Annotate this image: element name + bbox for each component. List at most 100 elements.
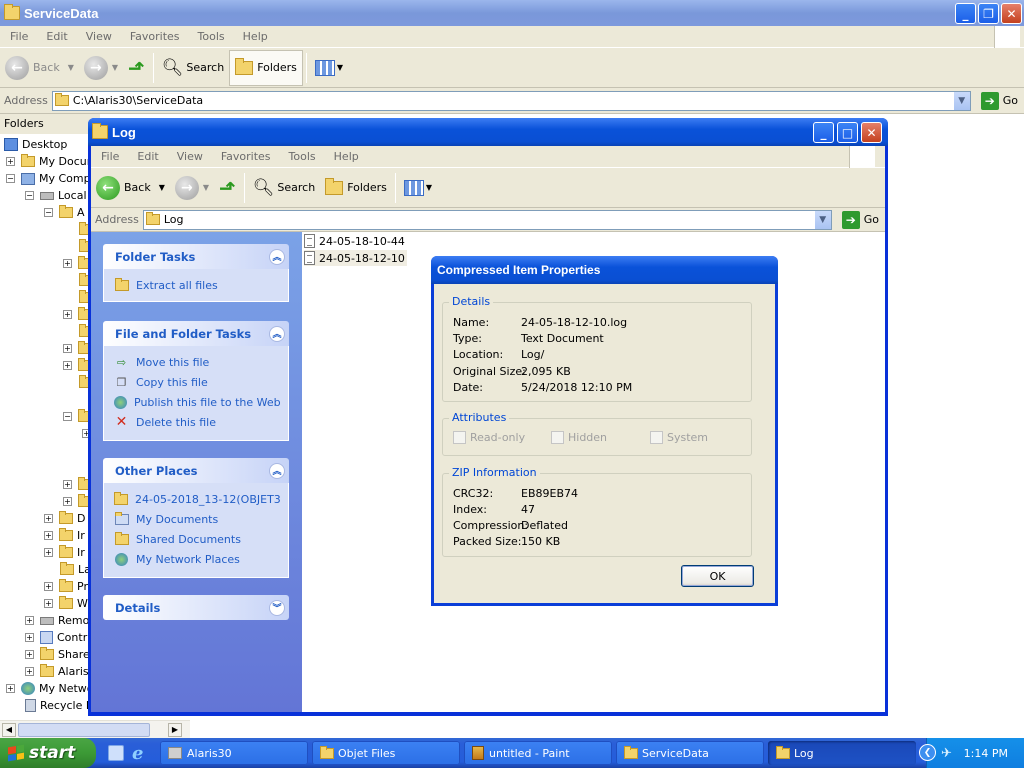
close-button[interactable]: ✕ <box>1001 3 1022 24</box>
clock[interactable]: 1:14 PM <box>964 747 1008 760</box>
expand-icon[interactable]: + <box>25 633 34 642</box>
taskbar-button-log[interactable]: Log <box>768 741 916 765</box>
collapse-icon[interactable]: − <box>6 174 15 183</box>
start-button[interactable]: start <box>0 738 96 768</box>
my-network-places-link[interactable]: My Network Places <box>114 549 278 569</box>
publish-web-link[interactable]: Publish this file to the Web <box>114 392 281 412</box>
expand-icon[interactable]: + <box>44 599 53 608</box>
system-checkbox[interactable]: System <box>650 431 708 444</box>
search-button[interactable]: 🔍︎ Search <box>248 171 320 205</box>
other-places-header[interactable]: Other Places ︽ <box>103 458 289 483</box>
collapse-icon[interactable]: − <box>44 208 53 217</box>
scroll-left-icon[interactable]: ◀ <box>2 723 16 737</box>
minimize-button[interactable]: _ <box>955 3 976 24</box>
taskbar-button-objet-files[interactable]: Objet Files <box>312 741 460 765</box>
menu-tools[interactable]: Tools <box>189 30 234 43</box>
collapse-icon[interactable]: − <box>63 412 72 421</box>
folders-button[interactable]: Folders <box>320 171 392 205</box>
internet-explorer-icon[interactable]: e <box>132 743 143 764</box>
tree-item-my-network[interactable]: + My Netwo <box>6 680 94 697</box>
tree-item-local-disk[interactable]: − Local <box>25 187 87 204</box>
log-titlebar[interactable]: Log _ □ ✕ <box>88 118 888 146</box>
tree-item-alaris-docs[interactable]: + Alaris <box>25 663 89 680</box>
up-folder-button[interactable]: ⬏ <box>214 171 241 205</box>
details-header[interactable]: Details ︾ <box>103 595 289 620</box>
expand-icon[interactable]: + <box>63 361 72 370</box>
copy-file-link[interactable]: ❐ Copy this file <box>114 372 278 392</box>
expand-icon[interactable]: + <box>63 310 72 319</box>
address-dropdown-button[interactable]: ▼ <box>813 210 831 229</box>
tree-item-control-panel[interactable]: + Contr <box>25 629 87 646</box>
show-desktop-icon[interactable] <box>108 745 124 761</box>
menu-help[interactable]: Help <box>234 30 277 43</box>
menu-file[interactable]: File <box>91 150 128 163</box>
expand-icon[interactable]: + <box>44 531 53 540</box>
taskbar-button-alaris30[interactable]: Alaris30 <box>160 741 308 765</box>
tree-item-desktop[interactable]: Desktop <box>4 136 67 153</box>
tray-expand-icon[interactable]: ❮ <box>919 744 936 761</box>
folder-tasks-header[interactable]: Folder Tasks ︽ <box>103 244 289 269</box>
expand-icon[interactable]: + <box>6 684 15 693</box>
tree-item-ir1[interactable]: + Ir <box>44 527 85 544</box>
tree-item-shared[interactable]: + Share <box>25 646 90 663</box>
folders-button[interactable]: Folders <box>229 49 303 86</box>
go-button[interactable]: ➔ Go <box>975 91 1024 110</box>
move-file-link[interactable]: ⇨ Move this file <box>114 352 278 372</box>
menu-tools[interactable]: Tools <box>280 150 325 163</box>
views-button[interactable]: ▼ <box>399 171 437 205</box>
minimize-button[interactable]: _ <box>813 122 834 143</box>
expand-icon[interactable]: + <box>63 497 72 506</box>
extract-all-files-link[interactable]: Extract all files <box>114 275 278 295</box>
expand-icon[interactable]: + <box>63 344 72 353</box>
file-item[interactable]: 24-05-18-10-44 <box>304 233 407 249</box>
collapse-chevron-icon[interactable]: ︽ <box>269 248 285 265</box>
tree-horizontal-scrollbar[interactable]: ◀ ▶ <box>0 720 190 738</box>
menu-edit[interactable]: Edit <box>37 30 76 43</box>
collapse-chevron-icon[interactable]: ︽ <box>269 462 285 479</box>
tree-item-my-documents[interactable]: + My Docum <box>6 153 97 170</box>
tree-item-ir2[interactable]: + Ir <box>44 544 85 561</box>
tray-app-icon[interactable]: ✈ <box>941 746 955 761</box>
delete-file-link[interactable]: ✕ Delete this file <box>114 412 278 432</box>
servicedata-titlebar[interactable]: ServiceData _ ❐ ✕ <box>0 0 1024 26</box>
dialog-titlebar[interactable]: Compressed Item Properties <box>431 256 778 284</box>
expand-icon[interactable]: + <box>63 259 72 268</box>
menu-file[interactable]: File <box>0 30 37 43</box>
tree-item-recycle-bin[interactable]: Recycle B <box>25 697 93 714</box>
expand-icon[interactable]: + <box>63 480 72 489</box>
collapse-chevron-icon[interactable]: ︽ <box>269 325 285 342</box>
file-folder-tasks-header[interactable]: File and Folder Tasks ︽ <box>103 321 289 346</box>
menu-favorites[interactable]: Favorites <box>212 150 280 163</box>
taskbar-button-servicedata[interactable]: ServiceData <box>616 741 764 765</box>
menu-favorites[interactable]: Favorites <box>121 30 189 43</box>
back-button[interactable]: ← Back ▼ <box>91 171 170 205</box>
back-button[interactable]: ← Back ▼ <box>0 51 79 85</box>
forward-button[interactable]: → ▼ <box>170 171 214 205</box>
views-button[interactable]: ▼ <box>310 51 348 85</box>
address-dropdown-button[interactable]: ▼ <box>952 91 970 110</box>
up-folder-button[interactable]: ⬏ <box>123 51 150 85</box>
tree-item-w[interactable]: + W <box>44 595 88 612</box>
hidden-checkbox[interactable]: Hidden <box>551 431 607 444</box>
my-documents-link[interactable]: My Documents <box>114 509 278 529</box>
address-input[interactable]: C:\Alaris30\ServiceData ▼ <box>51 90 971 111</box>
expand-icon[interactable]: + <box>44 514 53 523</box>
expand-icon[interactable]: + <box>25 650 34 659</box>
address-input[interactable]: Log ▼ <box>142 209 832 230</box>
forward-button[interactable]: → ▼ <box>79 51 123 85</box>
menu-view[interactable]: View <box>77 30 121 43</box>
expand-icon[interactable]: + <box>6 157 15 166</box>
close-button[interactable]: ✕ <box>861 122 882 143</box>
shared-documents-link[interactable]: Shared Documents <box>114 529 278 549</box>
parent-zip-link[interactable]: 24-05-2018_13-12(OBJET3 <box>114 489 281 509</box>
menu-edit[interactable]: Edit <box>128 150 167 163</box>
maximize-button[interactable]: □ <box>837 122 858 143</box>
taskbar-button-paint[interactable]: untitled - Paint <box>464 741 612 765</box>
go-button[interactable]: ➔ Go <box>836 210 885 229</box>
expand-icon[interactable]: + <box>25 616 34 625</box>
tree-item-my-computer[interactable]: − My Compu <box>6 170 98 187</box>
collapse-icon[interactable]: − <box>25 191 34 200</box>
tree-item-pr[interactable]: + Pr <box>44 578 88 595</box>
search-button[interactable]: 🔍︎ Search <box>157 51 229 85</box>
expand-icon[interactable]: + <box>25 667 34 676</box>
